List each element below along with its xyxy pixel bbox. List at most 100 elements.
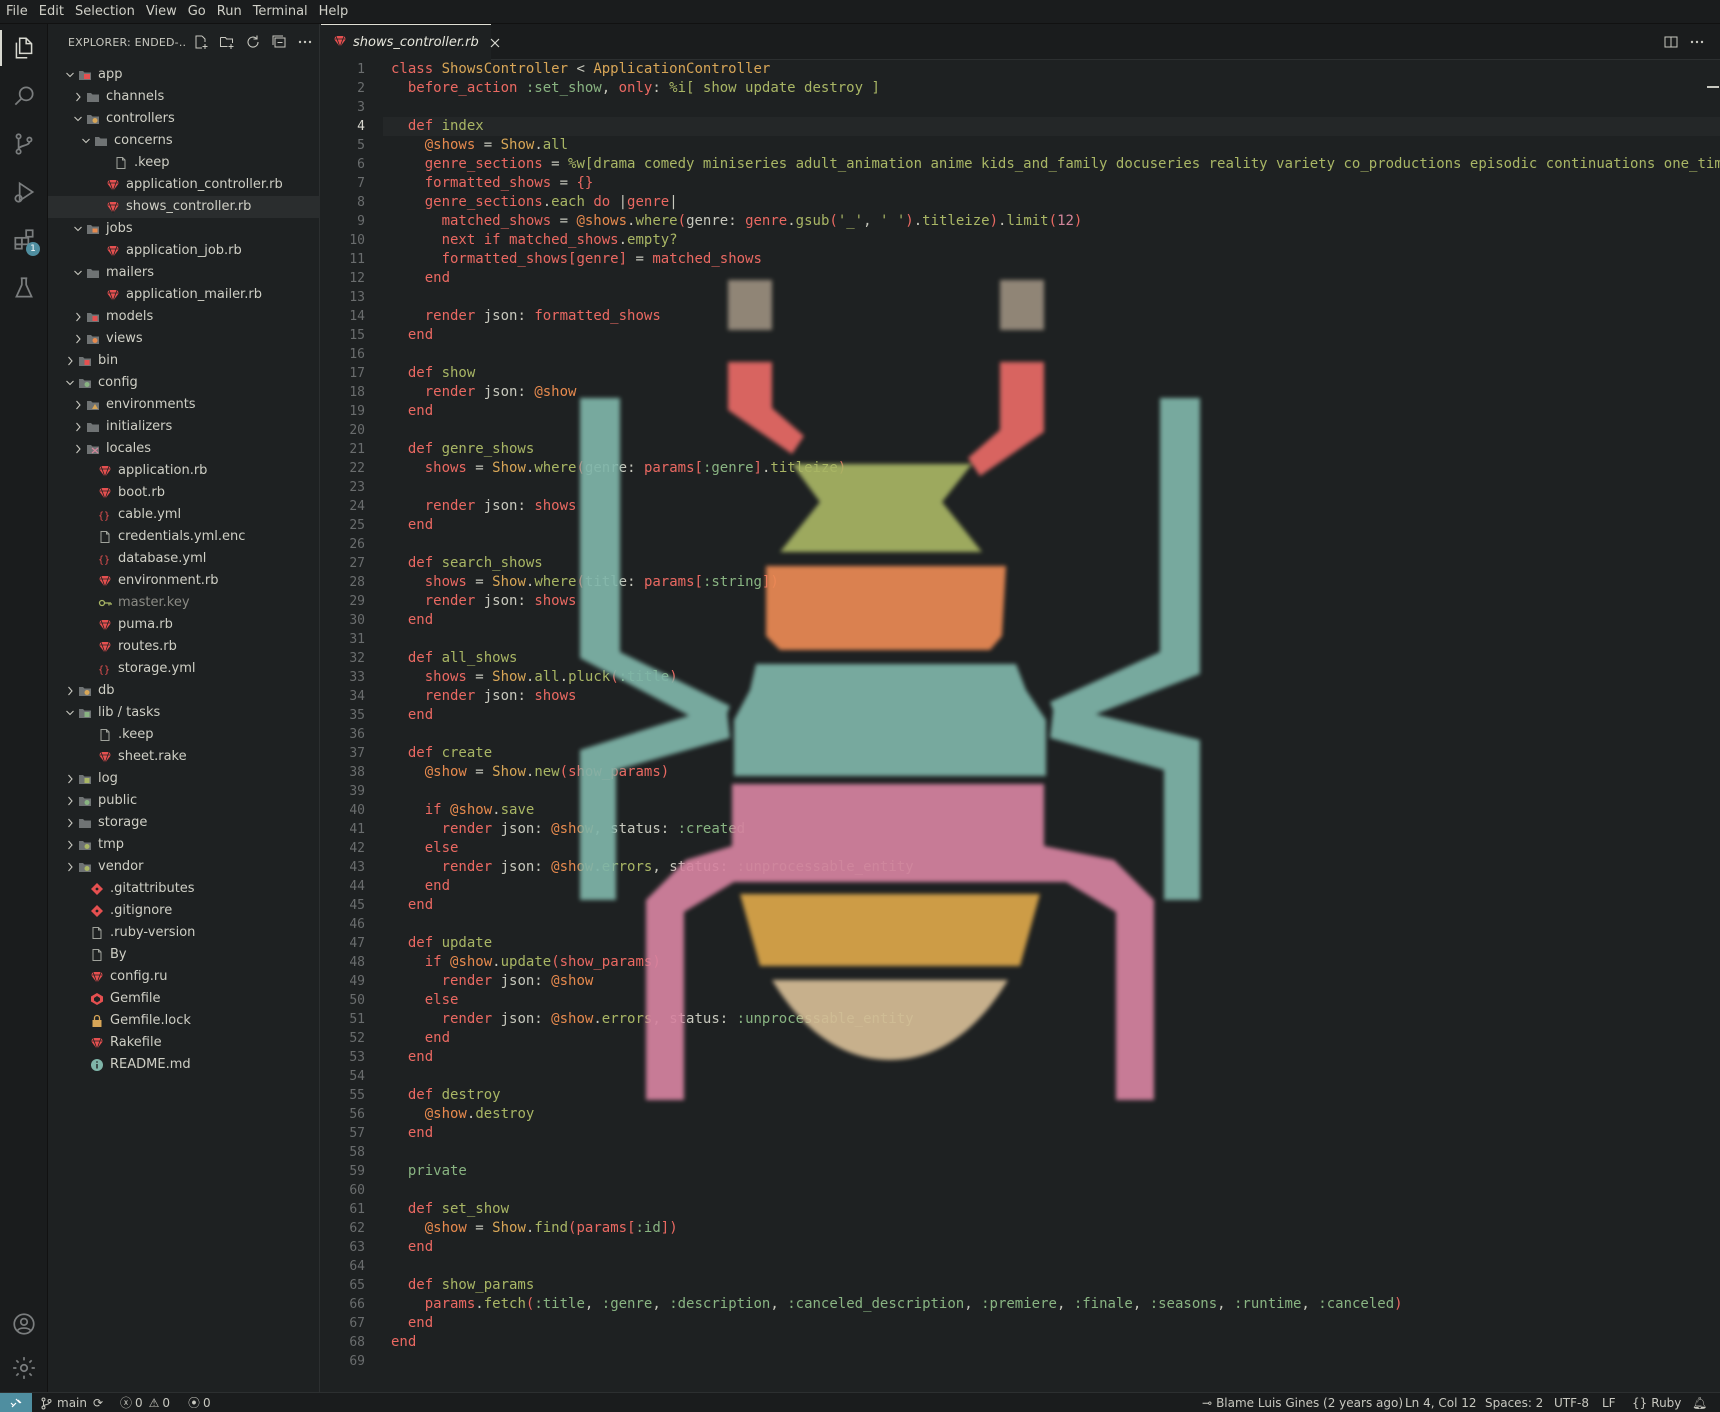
tree-file-item[interactable]: Gemfile.lock (48, 1010, 320, 1032)
tree-folder-item[interactable]: vendor (48, 856, 320, 878)
refresh-icon[interactable] (242, 31, 264, 53)
collapse-all-icon[interactable] (268, 31, 290, 53)
code-line[interactable]: end (391, 1048, 433, 1067)
code-line[interactable]: params.fetch(:title, :genre, :descriptio… (391, 1295, 1403, 1314)
code-line[interactable]: render json: shows (391, 687, 577, 706)
code-line[interactable]: genre_sections = %w[drama comedy miniser… (391, 155, 1720, 174)
tree-file-item[interactable]: Gemfile (48, 988, 320, 1010)
chevron-right-icon[interactable] (72, 397, 84, 413)
tree-file-item[interactable]: {} database.yml (48, 548, 320, 570)
code-line[interactable]: def create (391, 744, 492, 763)
code-line[interactable]: render json: shows (391, 497, 577, 516)
code-line[interactable]: def show_params (391, 1276, 534, 1295)
code-line[interactable]: def show (391, 364, 475, 383)
menu-run[interactable]: Run (211, 0, 247, 24)
code-line[interactable]: else (391, 991, 459, 1010)
tree-file-item[interactable]: credentials.yml.enc (48, 526, 320, 548)
menu-selection[interactable]: Selection (69, 0, 140, 24)
menu-edit[interactable]: Edit (33, 0, 69, 24)
chevron-down-icon[interactable] (72, 111, 84, 127)
menu-go[interactable]: Go (182, 0, 211, 24)
tree-file-item[interactable]: {} storage.yml (48, 658, 320, 680)
code-line[interactable]: def all_shows (391, 649, 518, 668)
code-line[interactable]: end (391, 516, 433, 535)
tree-file-item[interactable]: routes.rb (48, 636, 320, 658)
tree-file-item[interactable]: application.rb (48, 460, 320, 482)
tree-file-item[interactable]: {} cable.yml (48, 504, 320, 526)
code-line[interactable]: formatted_shows = {} (391, 174, 594, 193)
chevron-right-icon[interactable] (64, 683, 76, 699)
chevron-right-icon[interactable] (72, 331, 84, 347)
code-line[interactable]: end (391, 611, 433, 630)
code-line[interactable]: def genre_shows (391, 440, 534, 459)
language-mode[interactable]: {} Ruby (1632, 1393, 1681, 1412)
code-line[interactable]: class ShowsController < ApplicationContr… (391, 60, 770, 79)
problems-status[interactable]: ⓧ 0 ⚠ 0 (120, 1393, 170, 1412)
tree-file-item[interactable]: config.ru (48, 966, 320, 988)
chevron-right-icon[interactable] (72, 419, 84, 435)
chevron-right-icon[interactable] (72, 441, 84, 457)
tree-file-item[interactable]: application_job.rb (48, 240, 320, 262)
split-editor-icon[interactable] (1661, 32, 1681, 52)
chevron-down-icon[interactable] (80, 133, 92, 149)
menu-view[interactable]: View (140, 0, 182, 24)
chevron-right-icon[interactable] (64, 815, 76, 831)
code-line[interactable]: def set_show (391, 1200, 509, 1219)
close-icon[interactable] (489, 35, 501, 51)
cursor-position[interactable]: Ln 4, Col 12 (1405, 1393, 1477, 1412)
code-line[interactable]: end (391, 269, 450, 288)
code-line[interactable]: render json: @show (391, 383, 577, 402)
tree-folder-item[interactable]: initializers (48, 416, 320, 438)
explorer-icon[interactable] (0, 24, 48, 72)
code-line[interactable]: @show = Show.find(params[:id]) (391, 1219, 678, 1238)
tree-file-item[interactable]: sheet.rake (48, 746, 320, 768)
chevron-right-icon[interactable] (64, 771, 76, 787)
extensions-icon[interactable]: 1 (0, 216, 48, 264)
tree-file-item[interactable]: README.md (48, 1054, 320, 1076)
tree-folder-item[interactable]: concerns (48, 130, 320, 152)
code-line[interactable]: end (391, 877, 450, 896)
chevron-down-icon[interactable] (64, 705, 76, 721)
tree-folder-item[interactable]: db (48, 680, 320, 702)
run-debug-icon[interactable] (0, 168, 48, 216)
tree-folder-item[interactable]: controllers (48, 108, 320, 130)
tree-file-item[interactable]: master.key (48, 592, 320, 614)
code-line[interactable]: else (391, 839, 459, 858)
code-line[interactable]: def update (391, 934, 492, 953)
tree-file-item[interactable]: application_mailer.rb (48, 284, 320, 306)
code-line[interactable]: def destroy (391, 1086, 501, 1105)
code-line[interactable]: render json: @show (391, 972, 594, 991)
tree-file-item[interactable]: boot.rb (48, 482, 320, 504)
encoding[interactable]: UTF-8 (1554, 1393, 1589, 1412)
ports-status[interactable]: ⦿ 0 (188, 1393, 211, 1412)
settings-gear-icon[interactable] (0, 1344, 48, 1392)
code-line[interactable]: def index (391, 117, 484, 136)
tree-file-item[interactable]: .keep (48, 152, 320, 174)
code-line[interactable]: render json: shows (391, 592, 577, 611)
more-actions-icon[interactable] (294, 31, 316, 53)
tree-folder-item[interactable]: jobs (48, 218, 320, 240)
chevron-right-icon[interactable] (72, 89, 84, 105)
code-line[interactable]: end (391, 402, 433, 421)
tree-file-item[interactable]: Rakefile (48, 1032, 320, 1054)
tree-file-item[interactable]: environment.rb (48, 570, 320, 592)
source-control-icon[interactable] (0, 120, 48, 168)
new-folder-icon[interactable] (216, 31, 238, 53)
code-line[interactable]: @shows = Show.all (391, 136, 568, 155)
chevron-right-icon[interactable] (64, 837, 76, 853)
search-icon[interactable] (0, 72, 48, 120)
tree-folder-item[interactable]: environments (48, 394, 320, 416)
code-line[interactable]: formatted_shows[genre] = matched_shows (391, 250, 762, 269)
code-line[interactable]: matched_shows = @shows.where(genre: genr… (391, 212, 1083, 231)
tree-folder-item[interactable]: bin (48, 350, 320, 372)
sync-icon[interactable]: ⟳ (93, 1394, 103, 1412)
tree-folder-item[interactable]: lib / tasks (48, 702, 320, 724)
tree-folder-item[interactable]: app (48, 64, 320, 86)
tree-file-item[interactable]: .gitattributes (48, 878, 320, 900)
menu-terminal[interactable]: Terminal (247, 0, 313, 24)
tree-folder-item[interactable]: tmp (48, 834, 320, 856)
code-line[interactable]: genre_sections.each do |genre| (391, 193, 678, 212)
menu-file[interactable]: File (0, 0, 33, 24)
code-line[interactable]: if @show.save (391, 801, 535, 820)
code-line[interactable]: end (391, 896, 433, 915)
